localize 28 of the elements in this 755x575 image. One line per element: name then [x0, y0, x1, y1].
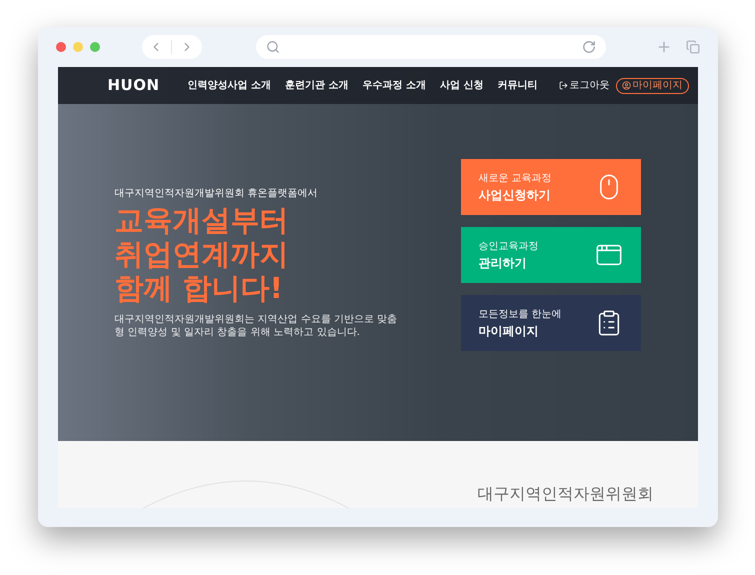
- card-title: 사업신청하기: [478, 186, 552, 204]
- card-title: 관리하기: [478, 254, 528, 272]
- section-title: 대구지역인적자원위원회: [478, 483, 654, 505]
- logout-link[interactable]: 로그아웃: [550, 78, 610, 93]
- hero-headline: 함께 합니다!: [114, 271, 284, 305]
- mypage-button[interactable]: 마이페이지: [616, 78, 688, 94]
- hero-headline: 교육개설부터: [114, 203, 290, 237]
- card-subtitle: 새로운 교육과정: [478, 172, 552, 186]
- card-subtitle: 승인교육과정: [478, 240, 538, 254]
- shortcut-card[interactable]: 모든정보를 한눈에 마이페이지: [460, 295, 640, 351]
- new-tab-icon[interactable]: [656, 39, 672, 55]
- address-bar[interactable]: [256, 35, 606, 59]
- nav-link[interactable]: 우수과정 소개: [362, 78, 426, 93]
- hero-description: 대구지역인적자원개발위원회는 지역산업 수요를 기반으로 맞춤형 인력양성 및 일자리 창출을 위해 노력하고 있습니다.: [114, 313, 398, 339]
- search-icon: [266, 40, 280, 54]
- card-subtitle: 모든정보를 한눈에: [478, 308, 562, 322]
- logo[interactable]: HUON: [108, 74, 168, 97]
- hero-headline: 취업연계까지: [114, 237, 290, 271]
- nav-link[interactable]: 훈련기관 소개: [284, 78, 348, 93]
- user-icon: [622, 81, 630, 90]
- tabs-icon[interactable]: [686, 40, 700, 54]
- nav-link[interactable]: 사업 신청: [440, 78, 484, 93]
- nav-link[interactable]: 인력양성사업 소개: [188, 78, 271, 93]
- reload-icon: [582, 40, 596, 54]
- hero-eyebrow: 대구지역인적자원개발위원회 휴온플랫폼에서: [114, 187, 319, 201]
- logout-icon: [558, 81, 568, 90]
- card-title: 마이페이지: [478, 322, 540, 340]
- nav-link[interactable]: 커뮤니티: [497, 78, 538, 93]
